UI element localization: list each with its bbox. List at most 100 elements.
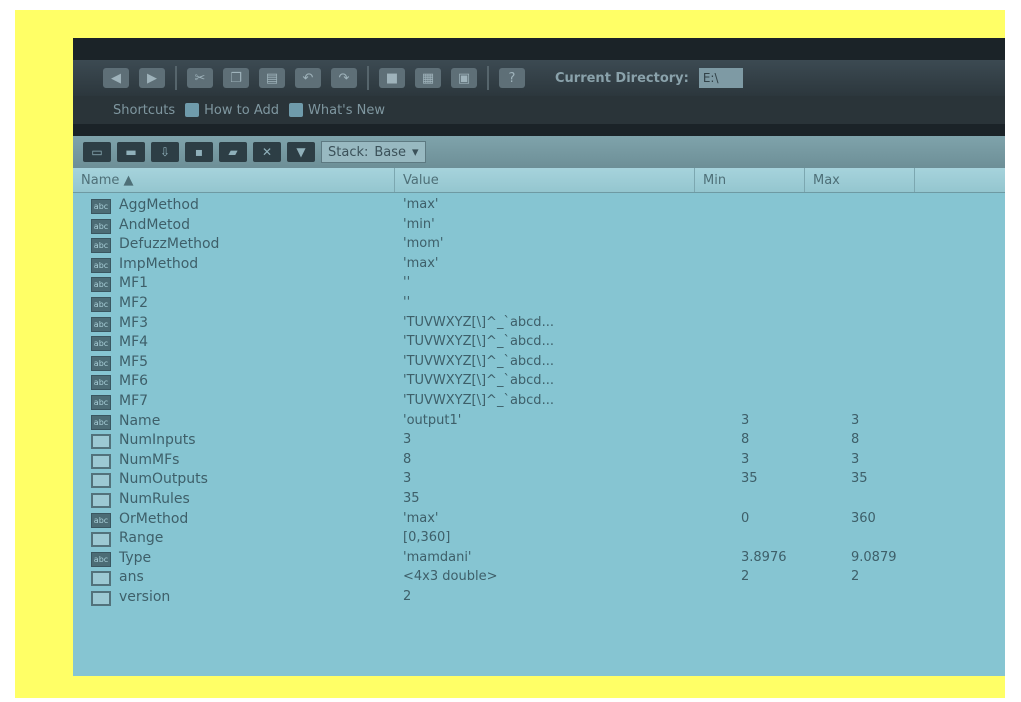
char-variable-icon: abc	[91, 297, 111, 312]
shortcuts-label[interactable]: Shortcuts	[113, 103, 175, 118]
cell-value: 'max'	[403, 255, 439, 271]
cell-name: version	[119, 589, 171, 605]
cell-name: ans	[119, 569, 144, 586]
cell-name: Name	[119, 412, 161, 429]
char-variable-icon: abc	[91, 375, 111, 391]
column-header-value[interactable]: Value	[395, 168, 695, 192]
cell-max: 8	[851, 432, 860, 448]
cell-name: NumMFs	[119, 451, 180, 468]
matrix-variable-icon	[91, 591, 111, 606]
cell-value: [0,360]	[403, 530, 451, 546]
table-row[interactable]: NumOutputs 3 35 35	[73, 470, 1005, 490]
workspace-grid: Name ▲ Value Min Max abc AggMethod'max' ab…	[73, 168, 1005, 676]
stack-label: Stack:	[328, 144, 369, 160]
how-to-add-shortcut[interactable]: How to Add	[185, 103, 279, 118]
table-row[interactable]: abc AndMetod 'min'	[73, 216, 1005, 236]
cell-name: MF4	[119, 334, 149, 351]
char-variable-icon: abc	[91, 238, 111, 254]
matrix-variable-icon	[91, 532, 111, 548]
table-row[interactable]: abc ImpMethod 'max'	[73, 255, 1005, 275]
forward-icon[interactable]: ▶	[139, 68, 165, 88]
char-variable-icon: abc	[91, 316, 111, 332]
workspace-toolbar: ▭ ▬ ⇩ ▪ ▰ ✕ ▼ Stack: Base ▾	[73, 136, 1005, 168]
grid-header: Name ▲ Value Min Max	[73, 168, 1005, 193]
profiler-icon[interactable]: ▣	[451, 68, 477, 88]
toolbar-divider	[367, 66, 369, 90]
cell-value: 3	[403, 432, 412, 448]
cell-name: NumRules	[119, 491, 190, 507]
column-header-name[interactable]: Name ▲	[73, 168, 395, 192]
cell-value: 3	[403, 471, 412, 487]
table-row[interactable]: abc AggMethod 'max'	[73, 196, 1005, 216]
plot-select-icon[interactable]: ▼	[287, 142, 315, 162]
matrix-variable-icon	[91, 571, 111, 587]
import-data-icon[interactable]: ⇩	[151, 142, 179, 162]
cell-value: 35	[403, 491, 420, 506]
cell-value: 'mom'	[403, 236, 444, 252]
cell-value: 'max'	[403, 510, 439, 526]
cell-value: 8	[403, 451, 412, 467]
cell-min: 3.8976	[741, 549, 787, 565]
column-header-max[interactable]: Max	[805, 168, 915, 192]
table-row[interactable]: abc Name 'output1' 3 3	[73, 412, 1005, 432]
table-row[interactable]: abc Type 'mamdani' 3.8976 9.0879	[73, 549, 1005, 569]
print-icon[interactable]: ▰	[219, 142, 247, 162]
cell-value: 'TUVWXYZ[\]^_`abcd...	[403, 373, 554, 389]
cut-icon[interactable]: ✂	[187, 68, 213, 88]
copy-icon[interactable]: ❐	[223, 68, 249, 88]
table-row[interactable]: abc MF3 'TUVWXYZ[\]^_`abcd...	[73, 314, 1005, 334]
cell-name: MF5	[119, 353, 149, 370]
cell-name: DefuzzMethod	[119, 236, 220, 253]
simulink-icon[interactable]: ■	[379, 68, 405, 88]
cell-max: 3	[851, 451, 860, 467]
new-variable-icon[interactable]: ▭	[83, 142, 111, 162]
cell-value: ''	[403, 295, 411, 310]
cell-min: 3	[741, 412, 750, 428]
table-row[interactable]: ans <4x3 double> 2 2	[73, 568, 1005, 588]
table-row[interactable]: NumMFs 8 3 3	[73, 451, 1005, 471]
whats-new-shortcut[interactable]: What's New	[289, 103, 385, 118]
table-row[interactable]: abc MF5 'TUVWXYZ[\]^_`abcd...	[73, 353, 1005, 373]
table-row[interactable]: version 2	[73, 588, 1005, 608]
cell-max: 3	[851, 412, 860, 428]
cell-value: 'output1'	[403, 412, 462, 428]
undo-icon[interactable]: ↶	[295, 68, 321, 88]
stack-selector[interactable]: Stack: Base ▾	[321, 141, 426, 163]
cell-value: 'TUVWXYZ[\]^_`abcd...	[403, 353, 554, 369]
how-to-add-label: How to Add	[204, 102, 280, 118]
back-icon[interactable]: ◀	[103, 68, 129, 88]
redo-icon[interactable]: ↷	[331, 68, 357, 88]
guide-icon[interactable]: ▦	[415, 68, 441, 88]
cell-name: NumInputs	[119, 432, 196, 449]
cell-max: 9.0879	[851, 549, 897, 565]
open-selection-icon[interactable]: ▬	[117, 142, 145, 162]
cell-max: 360	[851, 510, 876, 526]
whats-new-label: What's New	[308, 102, 386, 118]
char-variable-icon: abc	[91, 218, 111, 234]
save-icon[interactable]: ▪	[185, 142, 213, 162]
stack-value: Base	[374, 144, 407, 160]
cell-min: 2	[741, 569, 750, 585]
help-icon[interactable]: ?	[499, 68, 525, 88]
delete-icon[interactable]: ✕	[253, 142, 281, 162]
char-variable-icon: abc	[91, 355, 111, 371]
table-row[interactable]: abc MF4 'TUVWXYZ[\]^_`abcd...	[73, 333, 1005, 353]
char-variable-icon: abc	[91, 414, 111, 430]
table-row[interactable]: abc MF7 'TUVWXYZ[\]^_`abcd...	[73, 392, 1005, 412]
cell-min: 0	[741, 510, 750, 526]
cell-name: OrMethod	[119, 510, 189, 527]
table-row[interactable]: NumInputs 3 8 8	[73, 431, 1005, 451]
current-directory-field[interactable]: E:\	[698, 68, 743, 88]
table-row[interactable]: abc DefuzzMethod 'mom'	[73, 235, 1005, 255]
paste-icon[interactable]: ▤	[259, 68, 285, 88]
table-row[interactable]: abc OrMethod 'max' 0 360	[73, 510, 1005, 530]
table-row[interactable]: NumRules 35	[73, 490, 1005, 510]
table-row[interactable]: Range [0,360]	[73, 529, 1005, 549]
matrix-variable-icon	[91, 434, 111, 450]
table-row[interactable]: abc MF2 ''	[73, 294, 1005, 314]
cell-min: 8	[741, 432, 750, 448]
column-header-min[interactable]: Min	[695, 168, 805, 192]
matrix-variable-icon	[91, 453, 111, 469]
table-row[interactable]: abc MF6 'TUVWXYZ[\]^_`abcd...	[73, 372, 1005, 392]
table-row[interactable]: abc MF1 ''	[73, 274, 1005, 294]
